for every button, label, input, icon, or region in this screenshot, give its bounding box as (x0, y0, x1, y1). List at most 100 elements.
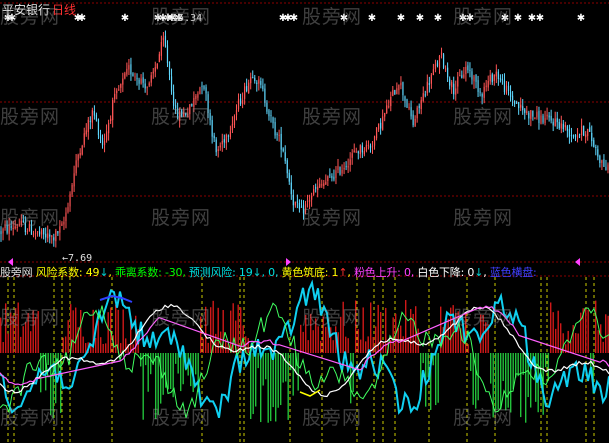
candle-body (292, 194, 294, 206)
histogram-bar (210, 307, 212, 353)
candle-body (440, 52, 443, 56)
candle-body (420, 99, 422, 110)
histogram-bar (252, 353, 254, 415)
candle-body (388, 106, 390, 108)
candle-body (118, 89, 120, 91)
candle-body (187, 114, 189, 117)
candle-body (402, 82, 404, 96)
histogram-bar (512, 353, 514, 390)
histogram-bar (280, 353, 282, 406)
histogram-bar (30, 331, 32, 353)
candle-body (459, 75, 461, 77)
candle-body (404, 96, 406, 101)
candle-body (511, 95, 514, 101)
candle-body (416, 107, 418, 119)
candle-body (542, 115, 544, 123)
candle-body (591, 132, 593, 142)
candle-body (71, 184, 73, 195)
candle-body (235, 110, 238, 116)
candle-body (51, 235, 53, 237)
candle-body (154, 67, 156, 72)
histogram-bar (502, 353, 504, 381)
candle-body (258, 79, 260, 84)
candle-body (132, 73, 134, 76)
histogram-bar (315, 318, 317, 353)
histogram-bar (65, 336, 67, 353)
histogram-bar (597, 330, 599, 353)
indicator-legend-item: 风险系数: 49 (35, 266, 100, 279)
candle-body (410, 107, 412, 117)
candle-body (75, 160, 77, 174)
histogram-bar (347, 338, 349, 353)
candle-body (497, 71, 499, 80)
candle-body (0, 231, 2, 235)
histogram-bar (290, 353, 292, 371)
candle-body (73, 173, 75, 187)
histogram-bar (32, 310, 34, 353)
candle-body (158, 54, 160, 63)
candle-body (130, 64, 132, 75)
histogram-bar (437, 353, 439, 403)
histogram-bar (410, 309, 412, 353)
histogram-bar (307, 340, 309, 353)
candle-body (327, 176, 329, 181)
histogram-bar (360, 339, 362, 353)
candle-body (221, 140, 223, 145)
histogram-bar (457, 311, 459, 353)
candle-body (576, 135, 579, 139)
histogram-bar (147, 353, 149, 392)
candle-body (302, 205, 305, 214)
candle-body (562, 123, 564, 130)
histogram-bar (195, 353, 197, 375)
histogram-bar (465, 313, 467, 353)
candle-body (262, 85, 264, 89)
candle-body (254, 77, 256, 81)
histogram-bar (322, 316, 324, 353)
candle-body (570, 135, 573, 137)
candle-body (120, 83, 122, 88)
histogram-bar (107, 312, 109, 353)
candle-body (485, 85, 487, 87)
candle-body (272, 117, 274, 124)
histogram-bar (7, 333, 9, 353)
histogram-bar (585, 308, 587, 353)
yellow-indicator-line (299, 389, 321, 397)
histogram-bar (372, 337, 374, 353)
histogram-bar (345, 336, 347, 353)
candle-body (548, 115, 550, 118)
histogram-bar (5, 303, 7, 353)
candle-body (28, 224, 31, 232)
candle-body (211, 120, 213, 137)
candle-body (311, 196, 313, 200)
candle-body (26, 231, 29, 233)
histogram-bar (15, 308, 17, 353)
histogram-bar (365, 341, 367, 353)
candle-body (112, 99, 114, 121)
candle-body (105, 131, 108, 141)
candle-body (516, 102, 518, 104)
candle-body (568, 129, 571, 137)
candle-body (55, 230, 57, 242)
candle-body (442, 54, 445, 68)
candle-body (177, 108, 179, 119)
candle-body (526, 111, 528, 114)
histogram-bar (555, 328, 557, 353)
candle-body (126, 68, 128, 75)
candle-body (298, 202, 301, 209)
candle-body (574, 134, 577, 137)
candle-body (426, 81, 428, 94)
histogram-bar (95, 338, 97, 353)
histogram-bar (25, 321, 27, 353)
histogram-bar (595, 300, 597, 353)
histogram-bar (270, 353, 272, 422)
histogram-bar (75, 307, 77, 353)
candle-body (274, 122, 276, 136)
candle-body (587, 128, 589, 136)
candle-body (434, 64, 437, 69)
indicator-legend-item: 预测风险: 19 (188, 266, 253, 279)
candle-body (110, 118, 112, 121)
candle-body (217, 149, 219, 152)
candle-body (507, 85, 510, 92)
candle-body (518, 102, 520, 109)
histogram-bar (452, 305, 454, 353)
